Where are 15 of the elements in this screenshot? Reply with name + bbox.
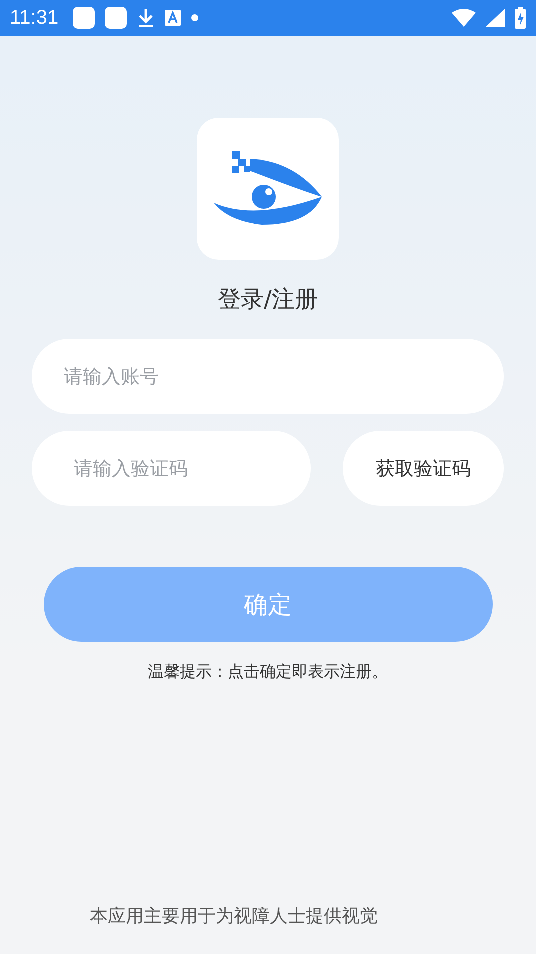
notification-icon [104, 7, 127, 29]
wifi-icon [452, 9, 476, 27]
hint-text: 温馨提示：点击确定即表示注册。 [148, 662, 388, 683]
account-field[interactable]: 请输入账号 [32, 339, 504, 414]
footer-text: 本应用主要用于为视障人士提供视觉 [89, 905, 379, 928]
get-code-button[interactable]: 获取验证码 [343, 431, 504, 506]
dot-icon [190, 14, 199, 22]
status-time: 11:31 [10, 6, 59, 30]
keyboard-icon [164, 10, 181, 26]
battery-icon [515, 7, 526, 29]
signal-icon [486, 9, 505, 27]
code-field[interactable]: 请输入验证码 [32, 431, 311, 506]
page-title: 登录/注册 [218, 286, 318, 315]
notification-icon [72, 7, 95, 29]
download-icon [136, 7, 155, 29]
